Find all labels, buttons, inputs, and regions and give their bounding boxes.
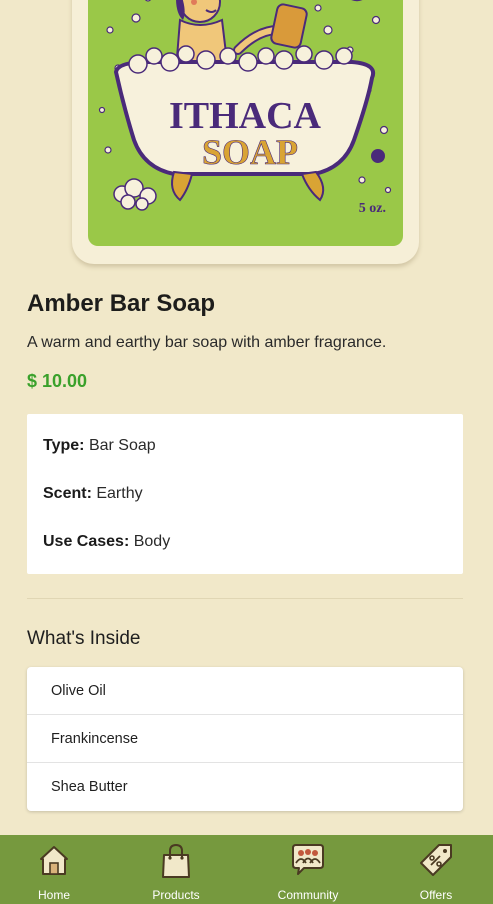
tab-products[interactable]: Products — [136, 835, 216, 904]
home-icon — [37, 843, 71, 882]
bottom-tab-bar: Home Products Community Offers — [0, 835, 493, 904]
product-details-card: Type: Bar Soap Scent: Earthy Use Cases: … — [27, 414, 463, 574]
product-image-inner: ITHACA SOAP 5 oz. — [88, 0, 403, 246]
list-item[interactable]: Frankincense — [27, 715, 463, 763]
tab-label: Offers — [419, 888, 453, 902]
tab-label: Community — [277, 888, 339, 902]
detail-row-scent: Scent: Earthy — [43, 485, 447, 533]
product-price: $ 10.00 — [27, 371, 88, 391]
detail-value: Earthy — [96, 485, 143, 502]
detail-label: Scent: — [43, 485, 92, 502]
discount-tag-icon — [419, 843, 453, 882]
product-title: Amber Bar Soap — [27, 290, 216, 317]
section-divider — [27, 598, 463, 599]
shopping-bag-icon — [159, 843, 193, 884]
tab-offers[interactable]: Offers — [396, 835, 476, 904]
detail-label: Use Cases: — [43, 533, 130, 550]
tab-home[interactable]: Home — [14, 835, 94, 904]
tab-label: Products — [152, 888, 200, 902]
soap-illustration: ITHACA SOAP 5 oz. — [98, 0, 392, 216]
whats-inside-title: What's Inside — [27, 628, 141, 649]
product-image: ITHACA SOAP 5 oz. — [72, 0, 419, 264]
tab-label: Home — [37, 888, 70, 902]
brand-line1: ITHACA — [169, 95, 322, 137]
detail-value: Bar Soap — [88, 437, 156, 454]
product-description: A warm and earthy bar soap with amber fr… — [27, 334, 387, 351]
detail-label: Type: — [43, 437, 85, 454]
brand-line2: SOAP — [202, 132, 298, 172]
tab-community[interactable]: Community — [262, 835, 354, 904]
detail-row-use-cases: Use Cases: Body — [43, 533, 447, 581]
list-item[interactable]: Shea Butter — [27, 763, 463, 811]
ingredients-list: Olive Oil Frankincense Shea Butter — [27, 667, 463, 811]
detail-row-type: Type: Bar Soap — [43, 437, 447, 485]
list-item[interactable]: Olive Oil — [27, 667, 463, 715]
community-icon — [290, 843, 326, 882]
detail-value: Body — [133, 533, 171, 550]
product-weight: 5 oz. — [359, 201, 386, 216]
